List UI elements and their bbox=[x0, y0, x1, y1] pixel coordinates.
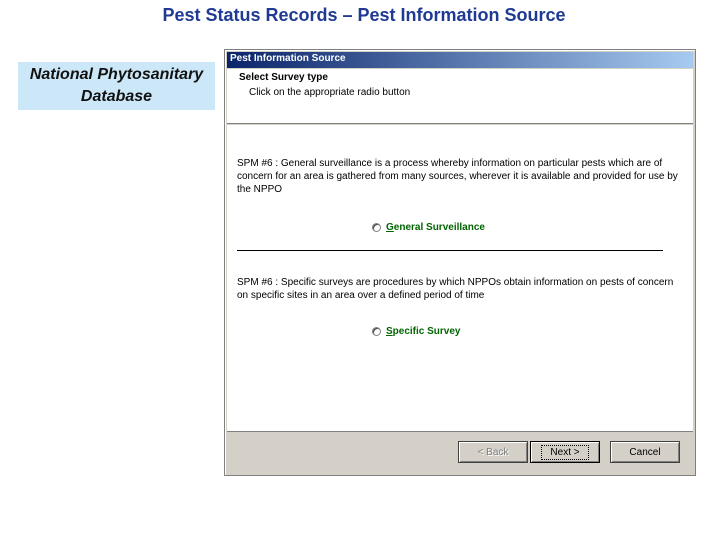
specific-survey-option[interactable]: Specific Survey bbox=[372, 326, 460, 337]
specific-survey-radio[interactable] bbox=[372, 327, 381, 336]
back-button[interactable]: < Back bbox=[458, 441, 528, 463]
header-title: Select Survey type bbox=[239, 72, 328, 83]
header-subtitle: Click on the appropriate radio button bbox=[249, 87, 411, 98]
cancel-button[interactable]: Cancel bbox=[610, 441, 680, 463]
general-surveillance-option[interactable]: General Surveillance bbox=[372, 222, 485, 233]
slide-title: Pest Status Records – Pest Information S… bbox=[162, 5, 566, 25]
wizard-dialog: Pest Information Source Select Survey ty… bbox=[224, 49, 696, 476]
general-surveillance-description: SPM #6 : General surveillance is a proce… bbox=[237, 158, 678, 195]
specific-survey-label[interactable]: Specific Survey bbox=[386, 326, 460, 337]
general-surveillance-radio[interactable] bbox=[372, 223, 381, 232]
general-surveillance-label[interactable]: General Surveillance bbox=[386, 222, 485, 233]
dialog-title: Pest Information Source bbox=[230, 53, 346, 64]
wizard-header: Select Survey type Click on the appropri… bbox=[227, 69, 693, 124]
side-label-line1: National Phytosanitary bbox=[29, 66, 204, 83]
wizard-body: SPM #6 : General surveillance is a proce… bbox=[227, 125, 693, 432]
specific-survey-description: SPM #6 : Specific surveys are procedures… bbox=[237, 277, 674, 301]
divider bbox=[237, 250, 663, 251]
side-label: National Phytosanitary Database bbox=[18, 62, 215, 110]
dialog-titlebar[interactable]: Pest Information Source bbox=[227, 52, 693, 68]
next-button[interactable]: Next > bbox=[530, 441, 600, 463]
side-label-line2: Database bbox=[80, 88, 153, 105]
next-button-label: Next > bbox=[541, 444, 589, 460]
